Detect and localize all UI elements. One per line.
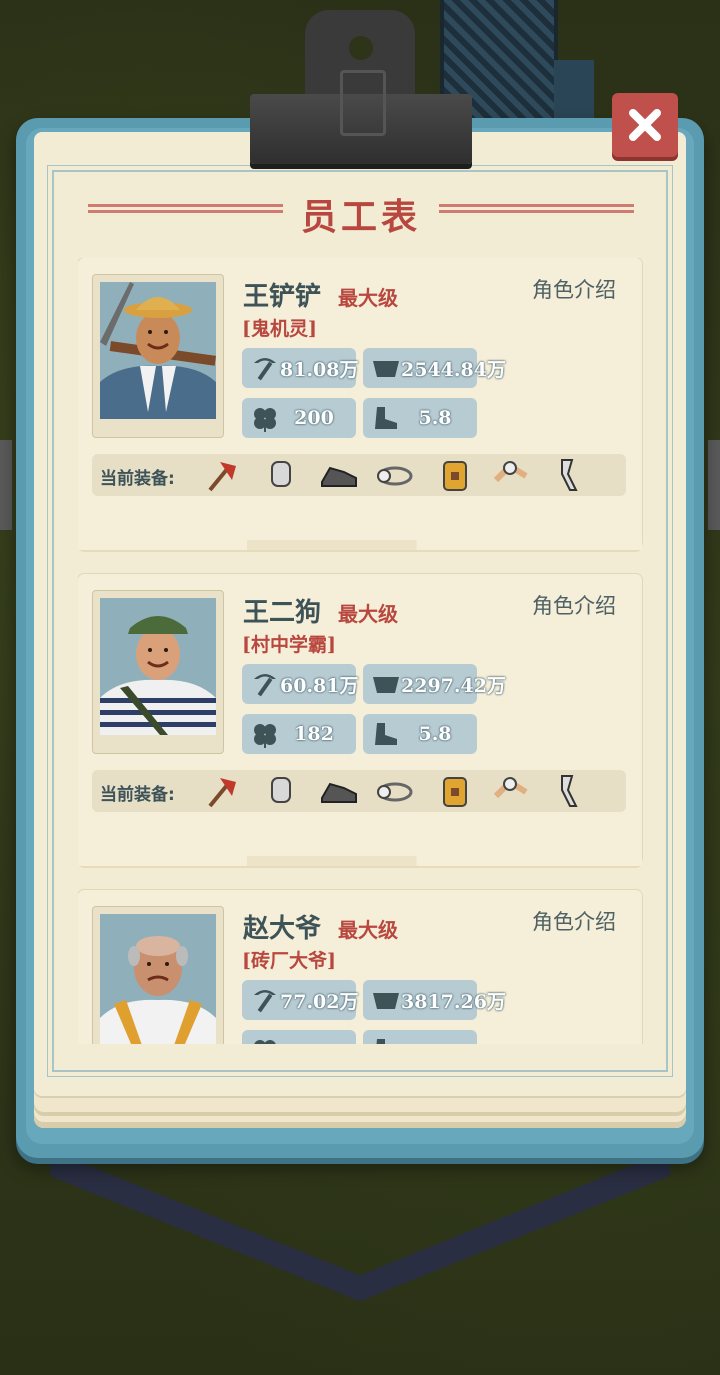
knee-pad-icon[interactable] [492,772,530,810]
employee-name: 王铲铲 [243,282,322,312]
gloves-icon[interactable] [262,456,300,494]
luck-stat: 182 [242,714,356,754]
employee-name: 赵大爷 [243,914,322,944]
carry-stat: 2297.42万 [363,664,506,704]
carry-stat: 2544.84万 [363,348,506,388]
shoes-icon[interactable] [320,772,358,810]
boot-icon [375,723,397,745]
clover-icon [254,408,276,432]
background-edge-left [0,440,12,530]
carry-stat: 3817.26万 [363,980,506,1020]
boot-icon [375,407,397,429]
headlamp-icon[interactable] [376,456,414,494]
page-title: 员工表 [300,196,421,238]
speed-stat: 5.8 [363,714,477,754]
close-icon [629,109,661,141]
clip-emboss [340,70,386,136]
pickaxe-icon[interactable] [206,772,244,810]
equipment-label: 当前装备: [100,785,175,805]
mining-stat: 60.81万 [242,664,359,704]
mining-stat: 81.08万 [242,348,359,388]
background-road [0,1150,720,1375]
pickaxe-icon [254,358,276,381]
leg-brace-icon[interactable] [550,772,588,810]
employee-trait: [村中学霸] [242,634,336,656]
avatar[interactable] [100,282,216,419]
cart-icon [373,361,399,377]
mining-stat: 77.02万 [242,980,359,1020]
employee-card[interactable]: 王铲铲 最大级 [鬼机灵] 角色介绍 81.08万 2544.84万 200 5… [78,258,642,550]
avatar[interactable] [100,598,216,735]
employee-card[interactable]: 赵大爷 最大级 [砖厂大爷] 角色介绍 77.02万 3817.26万 [78,890,642,1044]
employee-level: 最大级 [338,602,398,626]
equipment-label: 当前装备: [100,469,175,489]
headlamp-icon[interactable] [376,772,414,810]
avatar[interactable] [100,914,216,1044]
speed-stat: 5.8 [363,398,477,438]
employee-list[interactable]: 王铲铲 最大级 [鬼机灵] 角色介绍 81.08万 2544.84万 200 5… [78,258,644,1044]
clover-icon [254,1040,276,1044]
boot-icon [376,1039,385,1044]
cart-icon [373,677,399,693]
employee-level: 最大级 [338,918,398,942]
shoes-icon[interactable] [320,456,358,494]
title-bar: 员工表 [88,188,634,238]
background-edge-right [708,440,720,530]
title-divider-right [439,204,634,214]
portrait-frame [92,590,224,754]
portrait-frame [92,274,224,438]
gloves-icon[interactable] [262,772,300,810]
character-intro-button[interactable]: 角色介绍 [532,906,616,936]
character-intro-button[interactable]: 角色介绍 [532,274,616,304]
backpack-icon[interactable] [436,456,474,494]
employee-trait: [鬼机灵] [242,318,317,340]
pickaxe-icon [254,674,276,697]
luck-stat [242,1030,356,1044]
knee-pad-icon[interactable] [492,456,530,494]
portrait-frame [92,906,224,1044]
equipment-row: 当前装备: [92,454,626,496]
backpack-icon[interactable] [436,772,474,810]
cart-icon [373,993,399,1009]
pickaxe-icon[interactable] [206,456,244,494]
close-button[interactable] [612,93,678,157]
clover-icon [254,724,276,748]
employee-trait: [砖厂大爷] [242,950,336,972]
equipment-row: 当前装备: [92,770,626,812]
employee-name: 王二狗 [243,598,322,628]
luck-stat: 200 [242,398,356,438]
employee-level: 最大级 [338,286,398,310]
pickaxe-icon [254,990,276,1013]
employee-card[interactable]: 王二狗 最大级 [村中学霸] 角色介绍 60.81万 2297.42万 182 … [78,574,642,866]
speed-stat [363,1030,477,1044]
leg-brace-icon[interactable] [550,456,588,494]
character-intro-button[interactable]: 角色介绍 [532,590,616,620]
